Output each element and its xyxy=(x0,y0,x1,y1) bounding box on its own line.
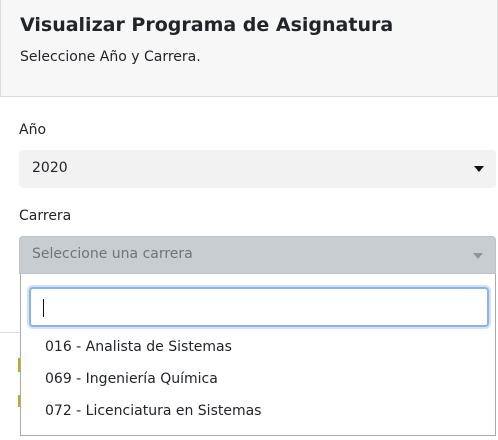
career-option[interactable]: 072 - Licenciatura en Sistemas xyxy=(45,403,261,419)
caret-down-icon xyxy=(473,253,483,259)
year-select-value: 2020 xyxy=(32,160,68,176)
text-cursor xyxy=(43,299,44,317)
career-option[interactable]: 069 - Ingeniería Química xyxy=(45,371,218,387)
career-label: Carrera xyxy=(19,208,72,224)
year-label: Año xyxy=(19,122,47,138)
background-divider xyxy=(0,332,20,333)
page-title: Visualizar Programa de Asignatura xyxy=(20,14,394,36)
page: Visualizar Programa de Asignatura Selecc… xyxy=(0,0,498,440)
page-subtitle: Seleccione Año y Carrera. xyxy=(20,49,201,65)
career-option[interactable]: 016 - Analista de Sistemas xyxy=(45,339,232,355)
career-search-input[interactable] xyxy=(29,287,489,327)
caret-down-icon xyxy=(474,166,484,172)
career-select[interactable]: Seleccione una carrera xyxy=(19,236,496,274)
career-select-placeholder: Seleccione una carrera xyxy=(32,246,193,262)
career-dropdown: 016 - Analista de Sistemas 069 - Ingenie… xyxy=(20,274,496,436)
year-select[interactable]: 2020 xyxy=(19,150,496,188)
card-header: Visualizar Programa de Asignatura Selecc… xyxy=(0,0,498,97)
